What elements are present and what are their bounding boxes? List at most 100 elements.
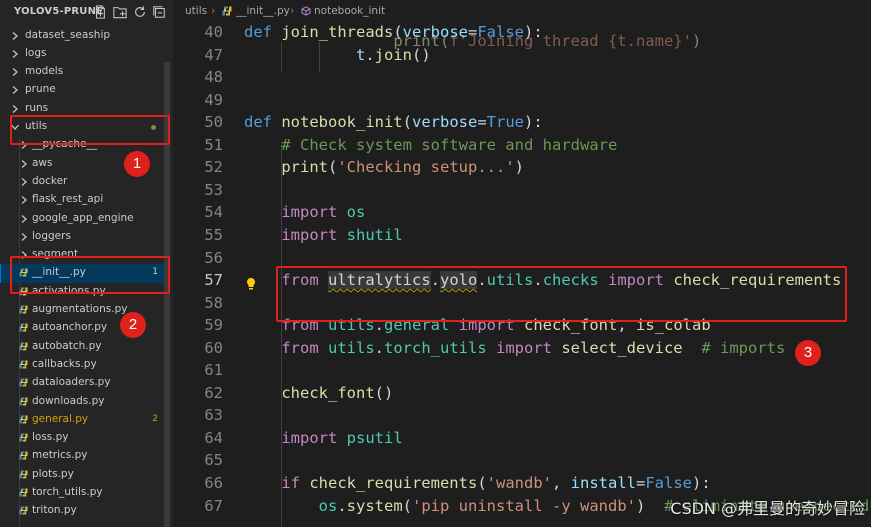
file-triton-py[interactable]: triton.py: [0, 502, 166, 520]
code-token: ):: [524, 113, 543, 132]
code-line[interactable]: 55 import shutil: [173, 224, 871, 247]
chevron-right-icon[interactable]: [11, 67, 19, 77]
line-number: 54: [204, 203, 223, 222]
folder-loggers[interactable]: loggers: [0, 228, 166, 246]
code-line[interactable]: 54 import os: [173, 201, 871, 224]
file-loss-py[interactable]: loss.py: [0, 429, 166, 447]
code-line[interactable]: 49: [173, 89, 871, 112]
collapse-all-icon[interactable]: [152, 5, 166, 19]
code-line[interactable]: 48: [173, 66, 871, 89]
code-line[interactable]: 52 print('Checking setup...'): [173, 156, 871, 179]
code-line[interactable]: 47 t.join(): [173, 44, 871, 67]
file-metrics-py[interactable]: metrics.py: [0, 447, 166, 465]
tree-item-label: triton.py: [32, 504, 77, 517]
chevron-right-icon[interactable]: [20, 232, 28, 242]
file-autobatch-py[interactable]: autobatch.py: [0, 338, 166, 356]
line-number: 40: [204, 23, 223, 41]
tree-item-label: general.py: [32, 412, 89, 425]
line-number: 52: [204, 158, 223, 177]
code-token: # imports: [701, 338, 786, 357]
python-file-icon: [19, 360, 28, 369]
tree-item-label: plots.py: [32, 467, 74, 480]
code-token: ): [635, 496, 664, 515]
new-folder-icon[interactable]: [113, 5, 127, 19]
lightbulb-icon[interactable]: [245, 277, 257, 291]
chevron-right-icon[interactable]: [20, 195, 28, 205]
folder-dataset-seaship[interactable]: dataset_seaship: [0, 27, 166, 45]
python-file-icon: [19, 451, 28, 460]
refresh-icon[interactable]: [133, 5, 147, 19]
chevron-right-icon[interactable]: [11, 31, 19, 41]
code-token: import: [281, 225, 347, 244]
file-callbacks-py[interactable]: callbacks.py: [0, 356, 166, 374]
breadcrumb-folder[interactable]: utils: [185, 5, 207, 17]
code-token: select_device: [561, 338, 683, 357]
tree-item-label: aws: [32, 156, 53, 169]
chevron-right-icon[interactable]: [20, 214, 28, 224]
annotation-box-utils: [10, 115, 170, 145]
folder-flask-rest-api[interactable]: flask_rest_api: [0, 191, 166, 209]
line-number: 47: [204, 45, 223, 64]
annotation-box-import-line: [276, 266, 847, 322]
tree-item-label: torch_utils.py: [32, 486, 103, 498]
code-line[interactable]: 50 def notebook_init(verbose=True):: [173, 111, 871, 134]
breadcrumb-symbol[interactable]: notebook_init: [314, 5, 385, 17]
code-line[interactable]: 66 if check_requirements('wandb', instal…: [173, 472, 871, 495]
folder-logs[interactable]: logs: [0, 45, 166, 63]
chevron-right-icon[interactable]: [20, 177, 28, 187]
code-token: check_font: [281, 383, 375, 402]
code-token: (): [412, 45, 431, 64]
chevron-right-icon[interactable]: [20, 159, 28, 169]
code-line[interactable]: 62 check_font(): [173, 382, 871, 405]
code-editor[interactable]: utils › __init__.py › notebook_init prin…: [173, 0, 871, 527]
code-token: verbose: [402, 23, 468, 41]
chevron-right-icon[interactable]: [11, 49, 19, 59]
code-line[interactable]: 51 # Check system software and hardware: [173, 134, 871, 157]
code-line[interactable]: 40 def join_threads(verbose=False):: [173, 21, 871, 44]
folder-prune[interactable]: prune: [0, 81, 166, 99]
file-plots-py[interactable]: plots.py: [0, 466, 166, 484]
tree-item-label: autobatch.py: [32, 339, 102, 352]
code-line[interactable]: 65: [173, 449, 871, 472]
line-number: 49: [204, 90, 223, 109]
code-text: import psutil: [244, 429, 402, 447]
code-token: (): [374, 383, 394, 402]
file-general-py[interactable]: general.py 2: [0, 411, 166, 429]
chevron-right-icon[interactable]: [11, 85, 19, 95]
file-downloads-py[interactable]: downloads.py: [0, 393, 166, 411]
tree-item-label: dataloaders.py: [32, 376, 111, 389]
code-line[interactable]: 61: [173, 359, 871, 382]
code-token: (: [402, 496, 413, 515]
code-line[interactable]: 60 from utils.torch_utils import select_…: [173, 337, 871, 360]
python-file-icon: [19, 506, 28, 515]
line-number: 51: [204, 135, 223, 154]
new-file-icon[interactable]: [93, 5, 107, 19]
code-line[interactable]: 63: [173, 404, 871, 427]
code-text: from utils.torch_utils import select_dev…: [244, 339, 785, 357]
code-token: def: [244, 23, 282, 41]
folder-models[interactable]: models: [0, 63, 166, 81]
line-number: 50: [204, 113, 223, 132]
code-token: t: [355, 45, 366, 64]
python-file-icon: [19, 323, 28, 332]
code-token: .: [365, 45, 375, 64]
watermark: CSDN @弗里曼的奇妙冒险: [670, 499, 865, 518]
chevron-right-icon[interactable]: [11, 104, 19, 114]
line-number: 61: [204, 361, 223, 380]
code-text: def join_threads(verbose=False):: [244, 23, 543, 41]
code-token: if: [281, 474, 310, 492]
code-token: 'Checking setup...': [337, 158, 515, 177]
breadcrumb-file[interactable]: __init__.py: [236, 5, 290, 17]
code-line[interactable]: 64 import psutil: [173, 427, 871, 450]
code-line[interactable]: 53: [173, 179, 871, 202]
code-token: (: [328, 158, 338, 177]
code-token: import: [496, 338, 562, 357]
code-token: def: [244, 113, 282, 132]
folder-google-app-engine[interactable]: google_app_engine: [0, 210, 166, 228]
file-dataloaders-py[interactable]: dataloaders.py: [0, 374, 166, 392]
file-torch-utils-py[interactable]: torch_utils.py: [0, 484, 166, 502]
